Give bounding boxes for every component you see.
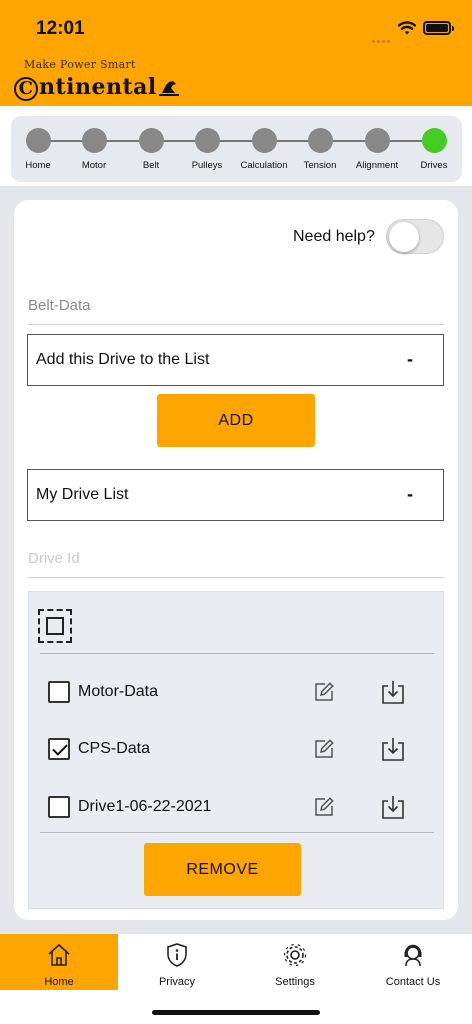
step-alignment[interactable]: Alignment	[347, 128, 407, 171]
info-shield-icon	[167, 943, 187, 967]
step-home[interactable]: Home	[8, 128, 68, 171]
home-indicator	[152, 1010, 320, 1015]
add-drive-title: Add this Drive to the List	[36, 351, 210, 368]
item-checkbox[interactable]	[48, 738, 70, 760]
horse-logo-icon	[158, 81, 179, 96]
support-agent-icon	[404, 944, 422, 967]
collapse-icon: -	[407, 484, 413, 504]
need-help-label: Need help?	[293, 228, 375, 245]
step-tension[interactable]: Tension	[290, 128, 350, 171]
battery-icon	[423, 21, 454, 35]
step-pulleys[interactable]: Pulleys	[177, 128, 237, 171]
nav-home[interactable]: Home	[0, 934, 118, 990]
nav-privacy[interactable]: Privacy	[118, 934, 236, 990]
progress-stepper-area: Home Motor Belt Pulleys Calculation Tens…	[0, 106, 472, 186]
item-name: CPS-Data	[78, 740, 151, 757]
step-drives[interactable]: Drives	[404, 128, 464, 171]
brand-tagline: Make Power Smart	[24, 58, 136, 71]
download-icon[interactable]	[380, 794, 406, 820]
status-bar: 12:01	[0, 0, 472, 54]
wifi-icon	[398, 21, 416, 35]
step-calculation[interactable]: Calculation	[234, 128, 294, 171]
edit-icon[interactable]	[312, 795, 336, 819]
drive-id-underline	[28, 577, 444, 578]
status-time: 12:01	[36, 18, 85, 39]
step-belt[interactable]: Belt	[121, 128, 181, 171]
list-item: CPS-Data	[40, 731, 434, 771]
step-motor[interactable]: Motor	[64, 128, 124, 171]
item-name: Motor-Data	[78, 683, 159, 700]
drive-list-accordion[interactable]: My Drive List -	[27, 469, 444, 521]
item-name: Drive1-06-22-2021	[78, 798, 212, 815]
download-icon[interactable]	[380, 736, 406, 762]
home-icon	[48, 943, 70, 966]
item-checkbox[interactable]	[48, 796, 70, 818]
collapse-icon: -	[407, 349, 413, 369]
bottom-navigation: Home Privacy Settings Contact Us	[0, 934, 472, 990]
app-header: 12:01 Make Power Smart Cntinental	[0, 0, 472, 106]
nav-contact-us[interactable]: Contact Us	[354, 934, 472, 990]
remove-button[interactable]: REMOVE	[144, 843, 301, 896]
edit-icon[interactable]	[312, 680, 336, 704]
continental-logo: Cntinental	[14, 74, 179, 101]
drive-id-input[interactable]: Drive Id	[28, 550, 80, 567]
list-item: Drive1-06-22-2021	[40, 789, 434, 829]
belt-data-label: Belt-Data	[28, 297, 91, 314]
drive-list-title: My Drive List	[36, 486, 129, 503]
need-help-toggle[interactable]	[386, 219, 444, 254]
list-header-divider	[40, 653, 434, 654]
list-item: Motor-Data	[40, 674, 434, 714]
list-footer-divider	[40, 832, 434, 833]
select-all-checkbox[interactable]	[38, 609, 72, 643]
item-checkbox[interactable]	[48, 681, 70, 703]
add-drive-accordion[interactable]: Add this Drive to the List -	[27, 334, 444, 386]
progress-stepper: Home Motor Belt Pulleys Calculation Tens…	[11, 116, 462, 182]
cellular-signal-icon	[372, 30, 394, 43]
add-button[interactable]: ADD	[157, 394, 315, 447]
nav-settings[interactable]: Settings	[236, 934, 354, 990]
gear-icon	[283, 943, 307, 967]
edit-icon[interactable]	[312, 737, 336, 761]
download-icon[interactable]	[380, 679, 406, 705]
belt-data-underline	[28, 324, 444, 325]
